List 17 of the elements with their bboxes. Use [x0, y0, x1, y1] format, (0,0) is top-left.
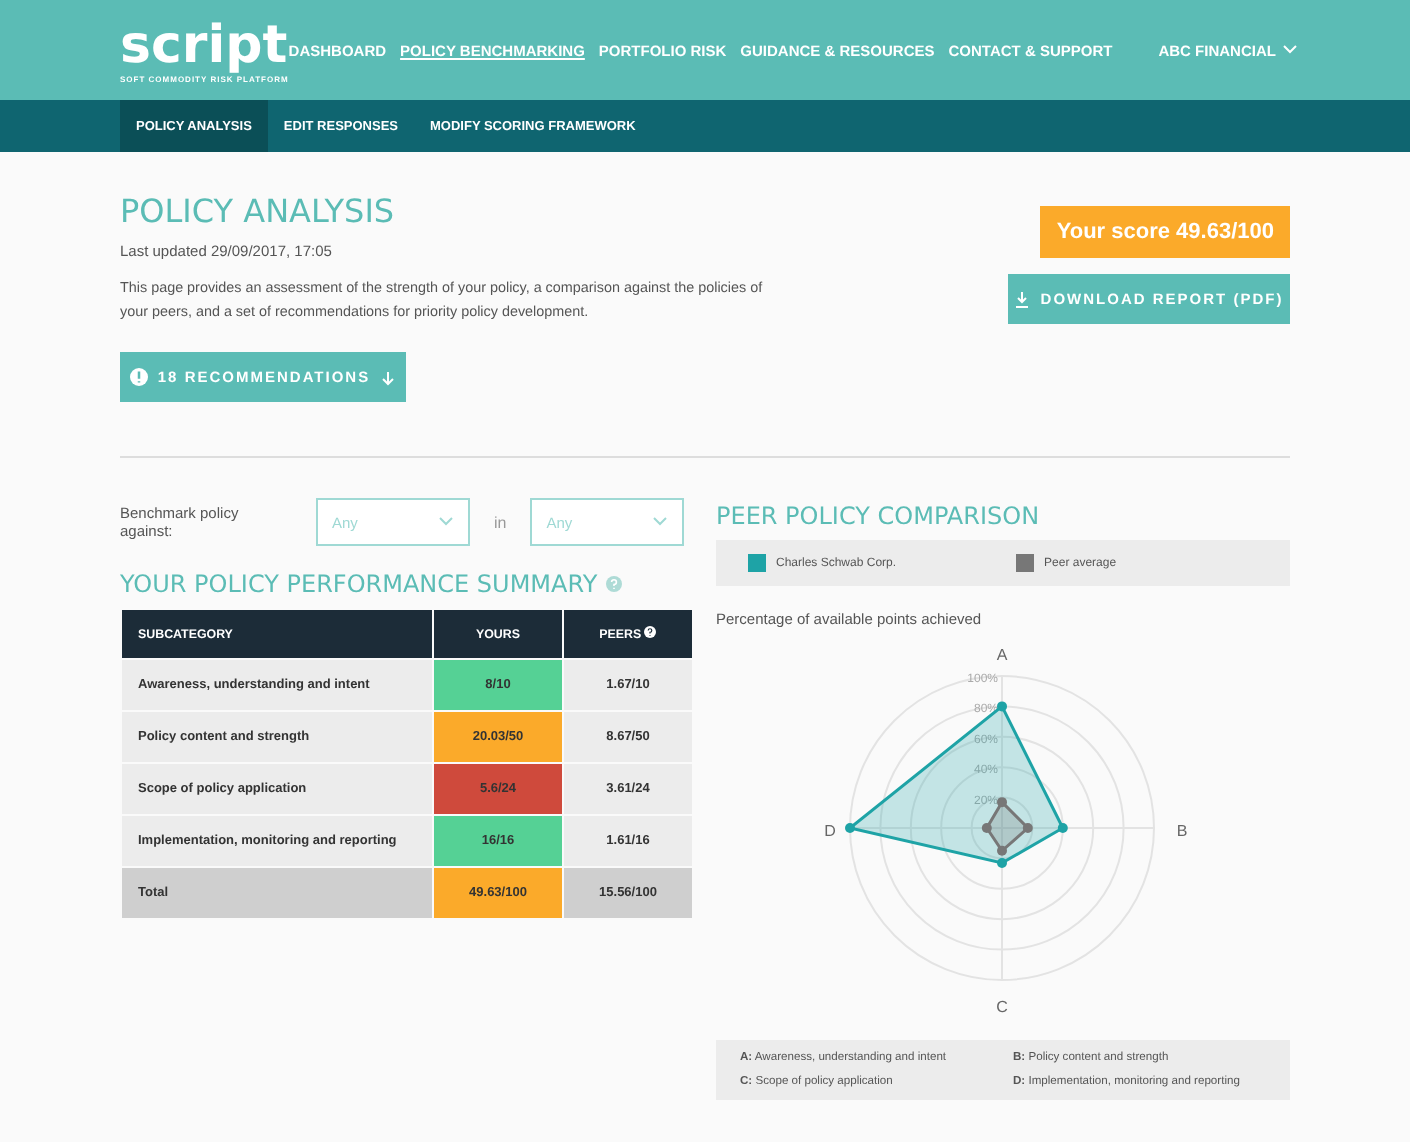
score-badge: Your score 49.63/100: [1040, 206, 1290, 258]
chevron-down-icon: [438, 516, 454, 528]
help-icon[interactable]: [644, 626, 657, 638]
axis-label: B: [1176, 822, 1188, 840]
summary-title: YOUR POLICY PERFORMANCE SUMMARY: [120, 570, 598, 598]
chevron-down-icon: [1281, 44, 1298, 56]
alert-icon: [129, 368, 148, 386]
arrow-down-icon: [380, 369, 397, 385]
axis-label: A: [996, 646, 1008, 664]
download-icon: [1014, 291, 1031, 307]
comparison-title: PEER POLICY COMPARISON: [716, 502, 1042, 530]
joiner-text: in: [494, 513, 507, 531]
logo[interactable]: script: [120, 17, 289, 73]
page-title: POLICY ANALYSIS: [120, 192, 397, 230]
chevron-down-icon: [652, 516, 669, 528]
axis-label: C: [996, 998, 1008, 1016]
axis-label: D: [824, 822, 836, 840]
